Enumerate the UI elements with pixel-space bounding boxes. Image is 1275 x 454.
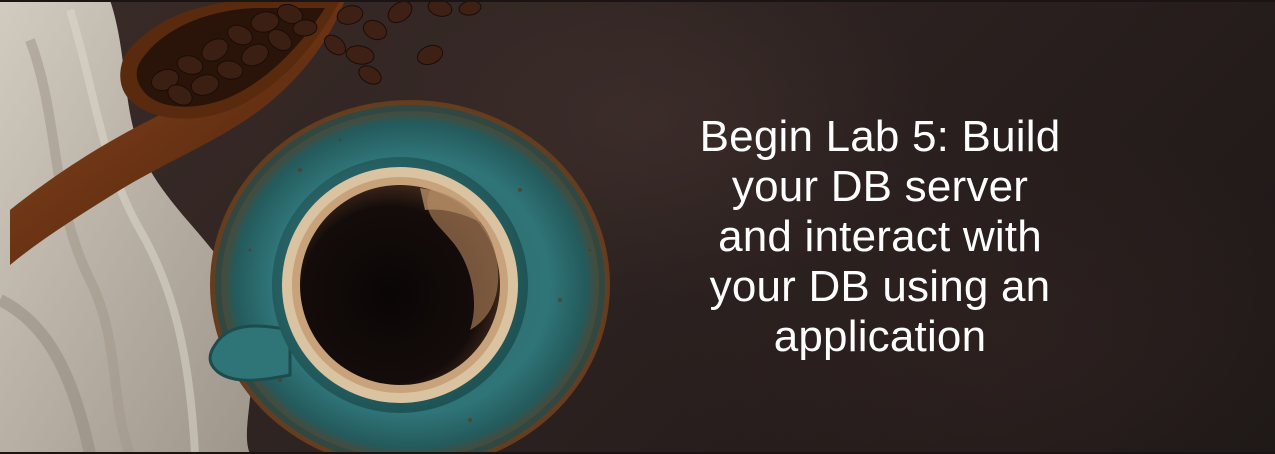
slide-title: Begin Lab 5: Build your DB server and in… bbox=[699, 112, 1061, 361]
title-container: Begin Lab 5: Build your DB server and in… bbox=[690, 112, 1070, 362]
coffee-photo bbox=[0, 0, 610, 454]
slide: Begin Lab 5: Build your DB server and in… bbox=[0, 0, 1275, 454]
frame-top bbox=[0, 0, 1275, 2]
